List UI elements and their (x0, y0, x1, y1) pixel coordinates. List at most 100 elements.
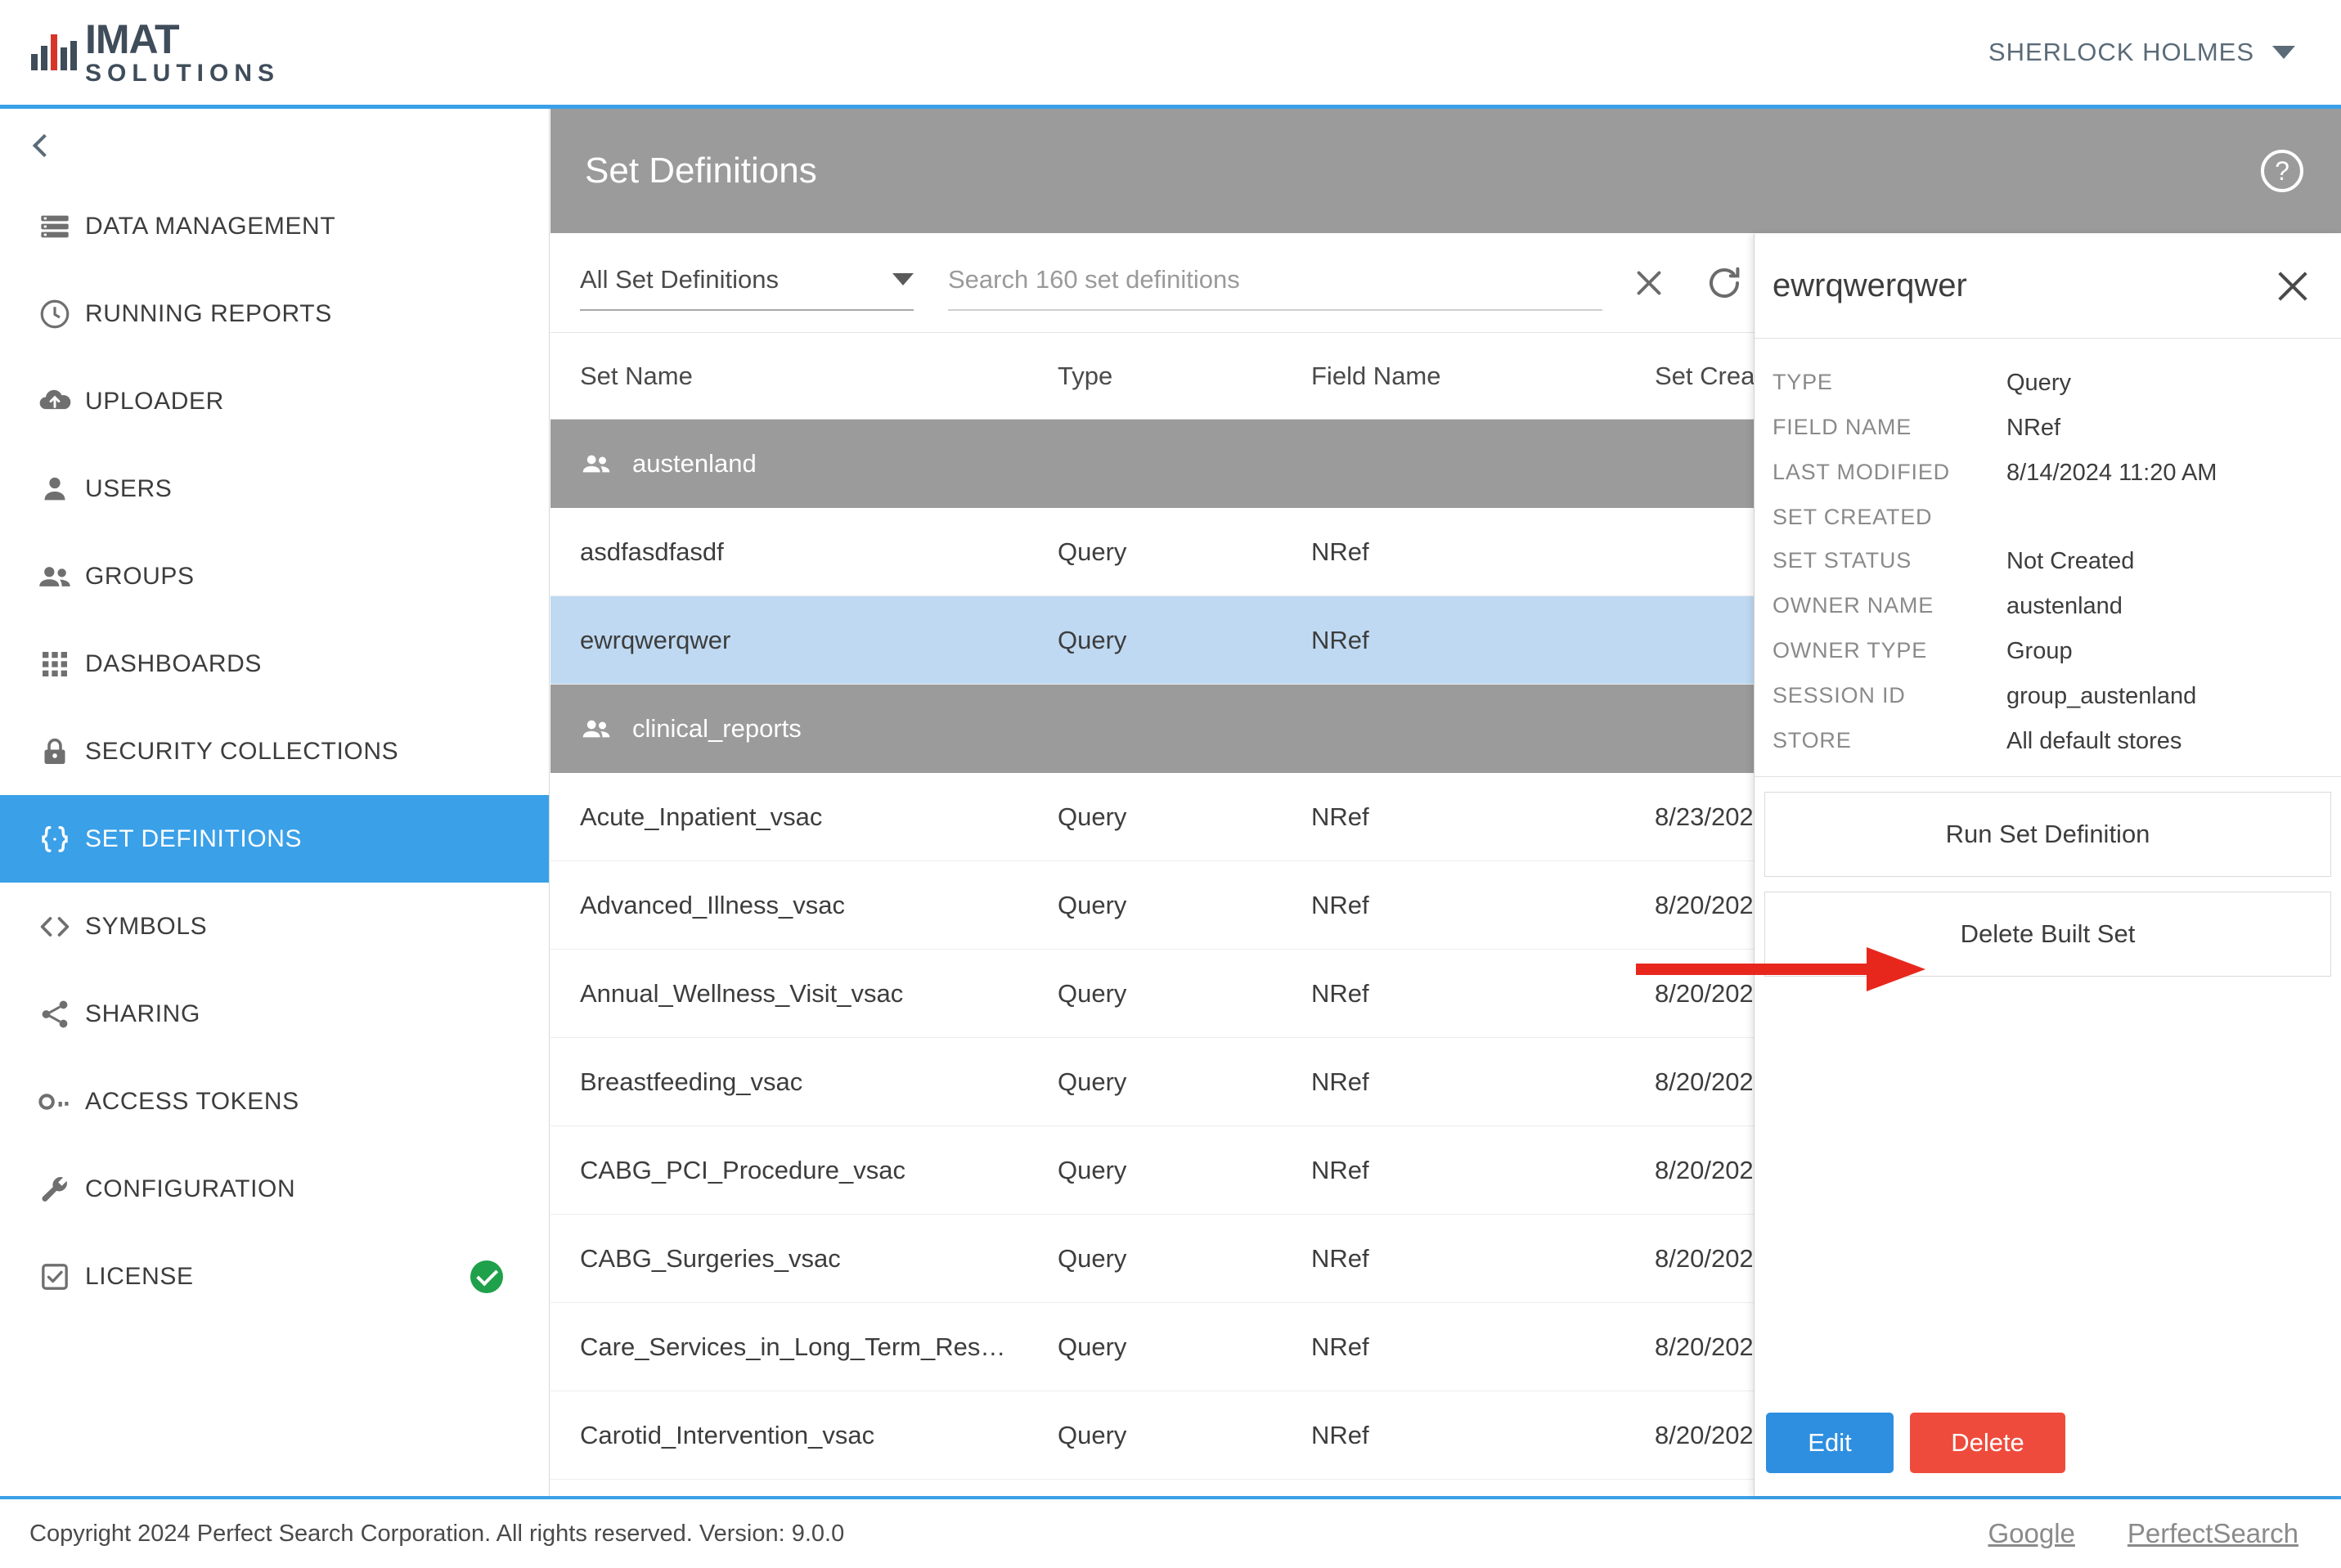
column-header-field-name: Field Name (1311, 361, 1441, 390)
sidebar-item-data-management[interactable]: DATA MANAGEMENT (0, 182, 549, 270)
license-status-badge (470, 1260, 503, 1293)
delete-button[interactable]: Delete (1910, 1413, 2065, 1473)
logo-bars-icon (31, 34, 80, 70)
clear-search-icon[interactable] (1620, 254, 1678, 312)
wrench-icon (25, 1172, 85, 1206)
run-set-definition-button[interactable]: Run Set Definition (1764, 792, 2331, 877)
cell-field-name: NRef (1311, 1155, 1369, 1184)
people-icon (25, 558, 85, 595)
detail-field-value: austenland (2006, 593, 2123, 619)
sidebar-item-label: DATA MANAGEMENT (85, 212, 336, 240)
group-name: austenland (632, 449, 757, 478)
clock-icon (25, 297, 85, 331)
cell-set-name: CABG_Surgeries_vsac (580, 1243, 841, 1273)
footer-links: Google PerfectSearch (1935, 1518, 2298, 1549)
code-brackets-icon (25, 909, 85, 945)
cell-type: Query (1058, 890, 1127, 919)
checkbox-icon (25, 1260, 85, 1293)
people-icon (580, 712, 613, 745)
sidebar-item-configuration[interactable]: CONFIGURATION (0, 1145, 549, 1233)
cell-field-name: NRef (1311, 890, 1369, 919)
cell-field-name: NRef (1311, 978, 1369, 1008)
column-header-set-name: Set Name (580, 361, 693, 390)
people-icon (580, 447, 613, 480)
sidebar-item-dashboards[interactable]: DASHBOARDS (0, 620, 549, 708)
braces-icon (25, 821, 85, 857)
cell-type: Query (1058, 537, 1127, 566)
footer-link-perfectsearch[interactable]: PerfectSearch (2128, 1518, 2298, 1549)
sidebar-item-license[interactable]: LICENSE (0, 1233, 549, 1320)
chevron-left-icon (32, 133, 56, 158)
cell-type: Query (1058, 1067, 1127, 1096)
imat-logo[interactable]: IMAT SOLUTIONS (0, 19, 280, 86)
detail-field-key: FIELD NAME (1773, 415, 1912, 439)
key-icon (25, 1084, 85, 1120)
app-root: IMAT SOLUTIONS SHERLOCK HOLMES DATA MANA… (0, 0, 2341, 1568)
close-icon[interactable] (2274, 267, 2312, 305)
sidebar-item-label: SET DEFINITIONS (85, 824, 303, 852)
footer-link-google[interactable]: Google (1988, 1518, 2074, 1549)
search-input[interactable] (948, 264, 1602, 294)
cell-set-name: CABG_PCI_Procedure_vsac (580, 1155, 906, 1184)
sidebar-item-set-definitions[interactable]: SET DEFINITIONS (0, 795, 549, 883)
cloud-upload-icon (25, 384, 85, 420)
person-icon (25, 473, 85, 505)
detail-field-owner-name: OWNER NAME austenland (1773, 593, 2323, 620)
share-icon (25, 997, 85, 1031)
edit-button[interactable]: Edit (1766, 1413, 1894, 1473)
sidebar-item-label: UPLOADER (85, 387, 224, 415)
cell-type: Query (1058, 1243, 1127, 1273)
lock-icon (25, 735, 85, 768)
sidebar-item-symbols[interactable]: SYMBOLS (0, 883, 549, 970)
sidebar-item-label: ACCESS TOKENS (85, 1087, 299, 1115)
detail-field-store: STORE All default stores (1773, 728, 2323, 755)
sidebar-item-label: SYMBOLS (85, 912, 208, 940)
group-name: clinical_reports (632, 714, 802, 743)
sidebar-item-sharing[interactable]: SHARING (0, 970, 549, 1058)
sidebar-item-security-collections[interactable]: SECURITY COLLECTIONS (0, 708, 549, 795)
user-menu[interactable]: SHERLOCK HOLMES (1988, 38, 2341, 67)
sidebar-item-users[interactable]: USERS (0, 445, 549, 532)
detail-field-key: SET CREATED (1773, 505, 1933, 529)
detail-field-value: 8/14/2024 11:20 AM (2006, 460, 2217, 486)
detail-field-value: group_austenland (2006, 683, 2197, 709)
refresh-icon[interactable] (1696, 254, 1753, 312)
cell-field-name: NRef (1311, 625, 1369, 654)
cell-set-name: asdfasdfasdf (580, 537, 724, 566)
detail-header: ewrqwerqwer (1755, 234, 2341, 339)
set-definitions-filter-select[interactable]: All Set Definitions (580, 265, 914, 311)
cell-set-name: Breastfeeding_vsac (580, 1067, 803, 1096)
help-icon[interactable]: ? (2261, 150, 2303, 192)
sidebar-item-label: LICENSE (85, 1262, 194, 1290)
detail-field-type: TYPE Query (1773, 370, 2323, 397)
detail-field-key: SESSION ID (1773, 683, 1906, 708)
sidebar-item-running-reports[interactable]: RUNNING REPORTS (0, 270, 549, 357)
cell-type: Query (1058, 978, 1127, 1008)
storage-icon (25, 210, 85, 243)
cell-type: Query (1058, 1155, 1127, 1184)
sidebar-item-access-tokens[interactable]: ACCESS TOKENS (0, 1058, 549, 1145)
detail-field-value: NRef (2006, 415, 2061, 441)
cell-type: Query (1058, 802, 1127, 831)
cell-field-name: NRef (1311, 537, 1369, 566)
sidebar-item-groups[interactable]: GROUPS (0, 532, 549, 620)
cell-set-name: Advanced_Illness_vsac (580, 890, 845, 919)
logo-primary: IMAT (85, 16, 179, 62)
cell-field-name: NRef (1311, 802, 1369, 831)
sidebar-collapse-button[interactable] (0, 109, 549, 182)
sidebar-item-label: RUNNING REPORTS (85, 299, 332, 327)
page-header: Set Definitions ? (550, 109, 2341, 233)
detail-field-key: OWNER TYPE (1773, 638, 1928, 663)
cell-type: Query (1058, 1420, 1127, 1449)
detail-field-key: OWNER NAME (1773, 593, 1934, 618)
detail-field-owner-type: OWNER TYPE Group (1773, 638, 2323, 665)
cell-set-name: Acute_Inpatient_vsac (580, 802, 823, 831)
logo-secondary: SOLUTIONS (85, 60, 281, 87)
sidebar-item-uploader[interactable]: UPLOADER (0, 357, 549, 445)
cell-type: Query (1058, 625, 1127, 654)
top-bar: IMAT SOLUTIONS SHERLOCK HOLMES (0, 0, 2341, 109)
cell-field-name: NRef (1311, 1067, 1369, 1096)
cell-set-name: Care_Services_in_Long_Term_Res… (580, 1332, 1006, 1361)
detail-fields: TYPE Query FIELD NAME NRef LAST MODIFIED… (1755, 339, 2341, 755)
detail-field-value: Group (2006, 638, 2073, 664)
